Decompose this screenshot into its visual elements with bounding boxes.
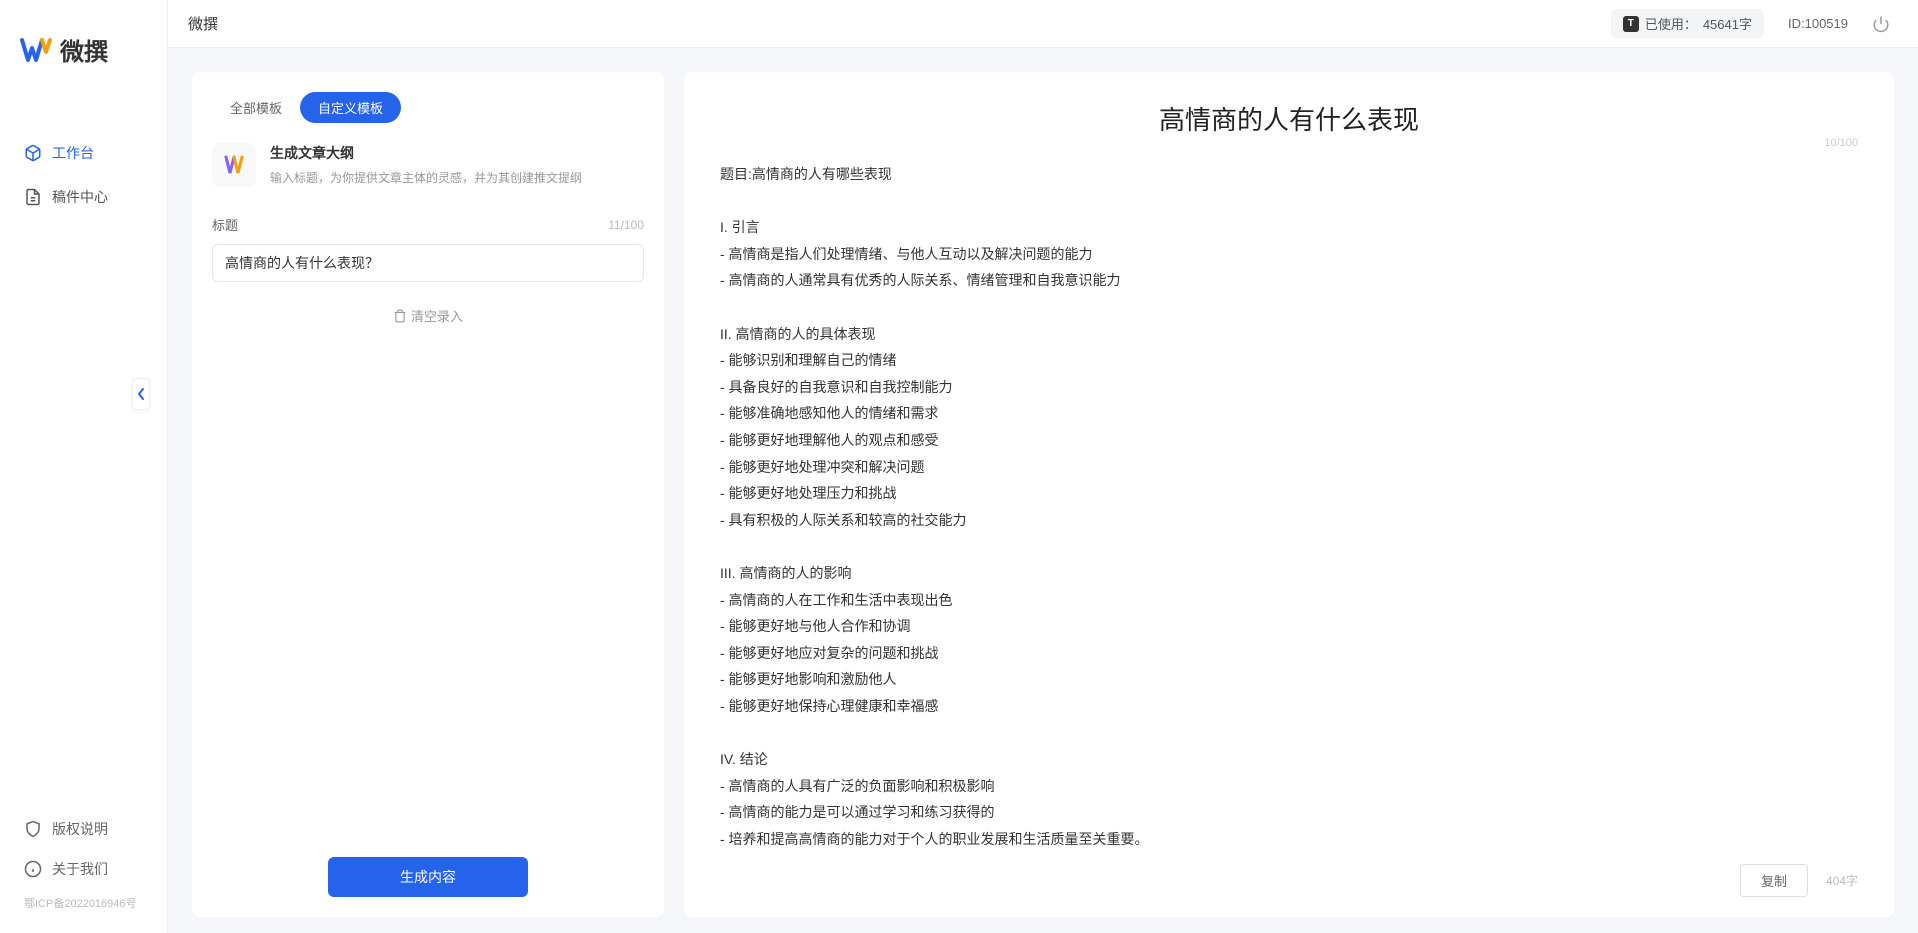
icp-text: 鄂ICP备2022016946号 [0, 889, 167, 917]
nav-label: 工作台 [52, 143, 94, 163]
result-body[interactable]: 题目:高情商的人有哪些表现 I. 引言 - 高情商是指人们处理情绪、与他人互动以… [720, 161, 1858, 850]
cube-icon [24, 144, 42, 162]
result-word-count: 404字 [1826, 872, 1858, 889]
generate-button[interactable]: 生成内容 [328, 857, 528, 897]
template-info: 生成文章大纲 输入标题，为你提供文章主体的灵感，并为其创建推文提纲 [212, 143, 644, 187]
footer-label: 版权说明 [52, 819, 108, 839]
footer-copyright[interactable]: 版权说明 [0, 809, 167, 849]
power-icon[interactable] [1872, 15, 1890, 33]
topbar: 微撰 T 已使用： 45641字 ID:100519 [168, 0, 1918, 48]
template-desc: 输入标题，为你提供文章主体的灵感，并为其创建推文提纲 [270, 169, 644, 187]
user-id: ID:100519 [1788, 16, 1848, 31]
document-icon [24, 188, 42, 206]
logo-text: 微撰 [60, 32, 108, 67]
title-char-count: 11/100 [608, 218, 644, 232]
copy-button[interactable]: 复制 [1740, 864, 1808, 897]
usage-badge[interactable]: T 已使用： 45641字 [1611, 9, 1764, 38]
usage-value: 45641字 [1703, 14, 1752, 33]
trash-icon [393, 309, 407, 323]
tab-custom-templates[interactable]: 自定义模板 [300, 92, 401, 123]
input-panel: 全部模板 自定义模板 生成文章大纲 输入标题，为你提供文章主体的灵感，并为其创建… [192, 72, 664, 917]
collapse-sidebar-button[interactable] [132, 378, 150, 410]
text-icon: T [1623, 16, 1639, 32]
nav: 工作台 稿件中心 [0, 91, 167, 809]
logo[interactable]: 微撰 [0, 0, 167, 91]
result-panel: 高情商的人有什么表现 10/100 题目:高情商的人有哪些表现 I. 引言 - … [684, 72, 1894, 917]
tab-all-templates[interactable]: 全部模板 [212, 92, 300, 123]
clear-input-button[interactable]: 清空录入 [212, 300, 644, 331]
footer-about[interactable]: 关于我们 [0, 849, 167, 889]
title-field-label: 标题 [212, 215, 238, 234]
logo-icon [20, 34, 52, 66]
shield-icon [24, 820, 42, 838]
template-icon [212, 143, 256, 187]
info-icon [24, 860, 42, 878]
nav-drafts[interactable]: 稿件中心 [0, 175, 167, 219]
main: 微撰 T 已使用： 45641字 ID:100519 全部模板 自定义模板 [168, 0, 1918, 933]
template-tabs: 全部模板 自定义模板 [212, 92, 644, 123]
footer-label: 关于我们 [52, 859, 108, 879]
sidebar-footer: 版权说明 关于我们 鄂ICP备2022016946号 [0, 809, 167, 933]
title-input[interactable] [212, 244, 644, 282]
clear-label: 清空录入 [411, 306, 463, 325]
result-title: 高情商的人有什么表现 [720, 100, 1858, 137]
nav-workspace[interactable]: 工作台 [0, 131, 167, 175]
nav-label: 稿件中心 [52, 187, 108, 207]
sidebar: 微撰 工作台 稿件中心 版权说明 [0, 0, 168, 933]
template-title: 生成文章大纲 [270, 143, 644, 163]
result-title-count: 10/100 [1824, 137, 1858, 149]
usage-label: 已使用： [1645, 14, 1697, 33]
chevron-left-icon [136, 387, 146, 401]
page-title: 微撰 [188, 13, 1611, 34]
